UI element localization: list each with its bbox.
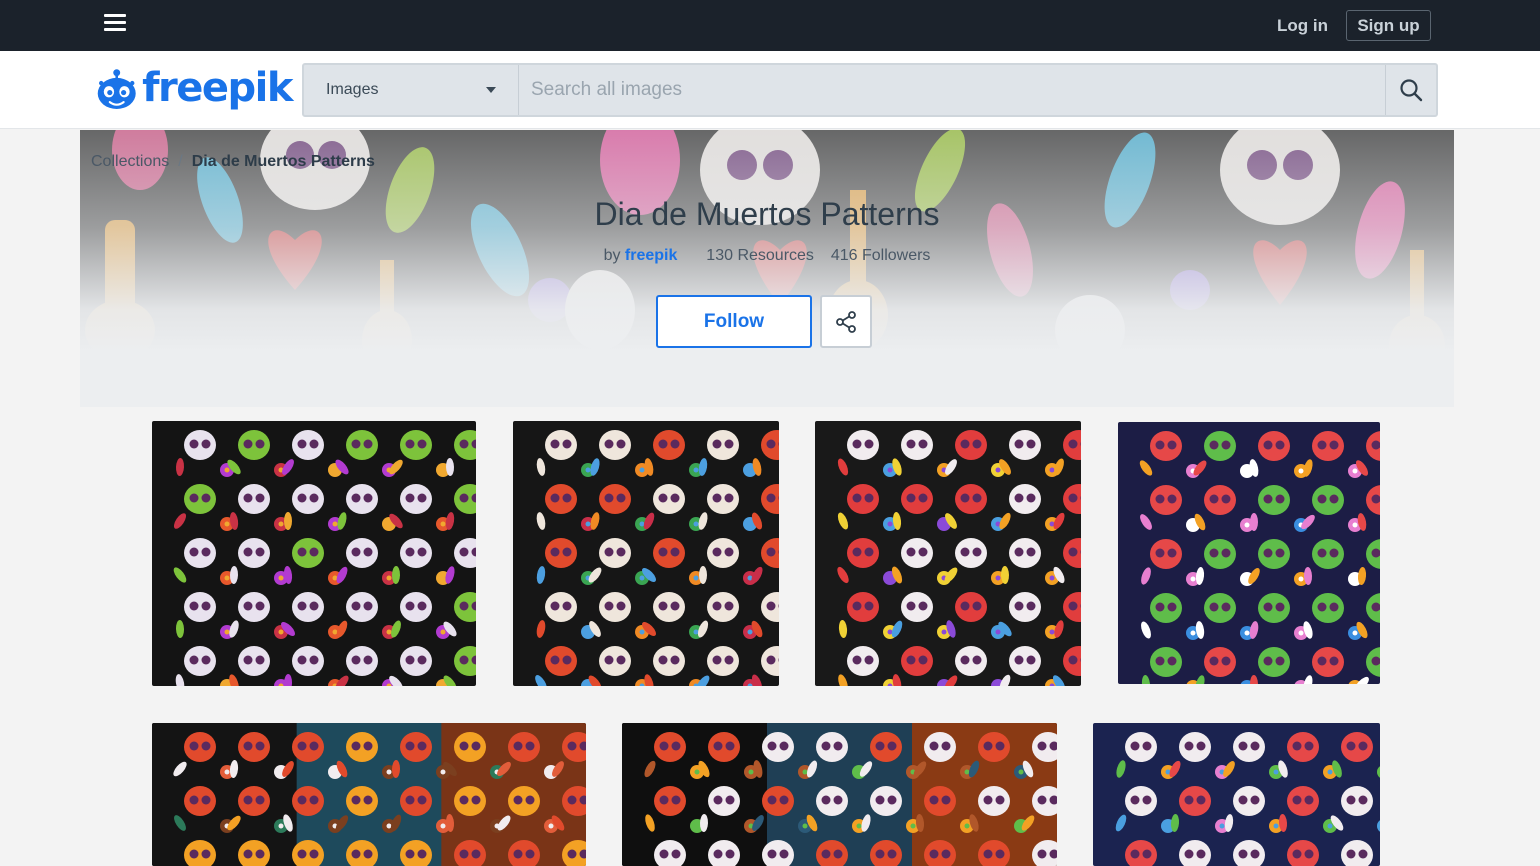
pattern-image	[513, 421, 779, 686]
pattern-image	[815, 421, 1081, 686]
freepik-logo-icon	[97, 69, 136, 109]
resources-count: 130 Resources	[706, 247, 814, 264]
pattern-image	[152, 421, 476, 686]
search-category-dropdown[interactable]: Images	[304, 65, 519, 115]
page-title: Dia de Muertos Patterns	[594, 196, 940, 232]
top-navigation-bar: Log in Sign up	[0, 0, 1540, 51]
resource-thumbnail[interactable]	[513, 421, 779, 686]
resource-thumbnail[interactable]	[152, 723, 586, 866]
hamburger-icon[interactable]	[104, 14, 126, 32]
search-input[interactable]	[519, 65, 1385, 115]
breadcrumb-separator: /	[178, 153, 183, 170]
collection-meta: by freepik 130 Resources 416 Followers	[80, 247, 1454, 265]
signup-button[interactable]: Sign up	[1346, 10, 1431, 41]
pattern-image	[622, 723, 1057, 866]
resource-thumbnail[interactable]	[152, 421, 476, 686]
pattern-image	[1118, 422, 1380, 684]
breadcrumb: Collections / Dia de Muertos Patterns	[91, 153, 375, 171]
hero-gradient-overlay	[80, 130, 1454, 407]
resource-thumbnail[interactable]	[622, 723, 1057, 866]
pattern-image	[152, 723, 586, 866]
search-icon	[1400, 79, 1423, 102]
share-icon	[836, 310, 856, 333]
followers-count: 416 Followers	[830, 247, 931, 264]
resource-thumbnail[interactable]	[815, 421, 1081, 686]
chevron-down-icon	[486, 87, 496, 93]
resource-thumbnail[interactable]	[1118, 422, 1380, 684]
search-category-value: Images	[326, 81, 379, 98]
breadcrumb-collections-link[interactable]: Collections	[91, 153, 169, 171]
author-link[interactable]: freepik	[625, 247, 677, 264]
search-button[interactable]	[1385, 65, 1436, 115]
header: freepik Images	[0, 51, 1540, 129]
search-bar: Images	[302, 63, 1438, 117]
pattern-image	[1093, 723, 1380, 866]
collection-hero: Collections / Dia de Muertos Patterns Di…	[80, 130, 1454, 407]
by-label: by	[603, 247, 621, 264]
breadcrumb-current: Dia de Muertos Patterns	[191, 153, 375, 170]
freepik-logo[interactable]: freepik	[96, 63, 293, 117]
resource-thumbnail[interactable]	[1093, 723, 1380, 866]
logo-text: freepik	[142, 65, 293, 111]
share-button[interactable]	[820, 295, 872, 348]
follow-button[interactable]: Follow	[656, 295, 812, 348]
login-link[interactable]: Log in	[1277, 16, 1328, 36]
